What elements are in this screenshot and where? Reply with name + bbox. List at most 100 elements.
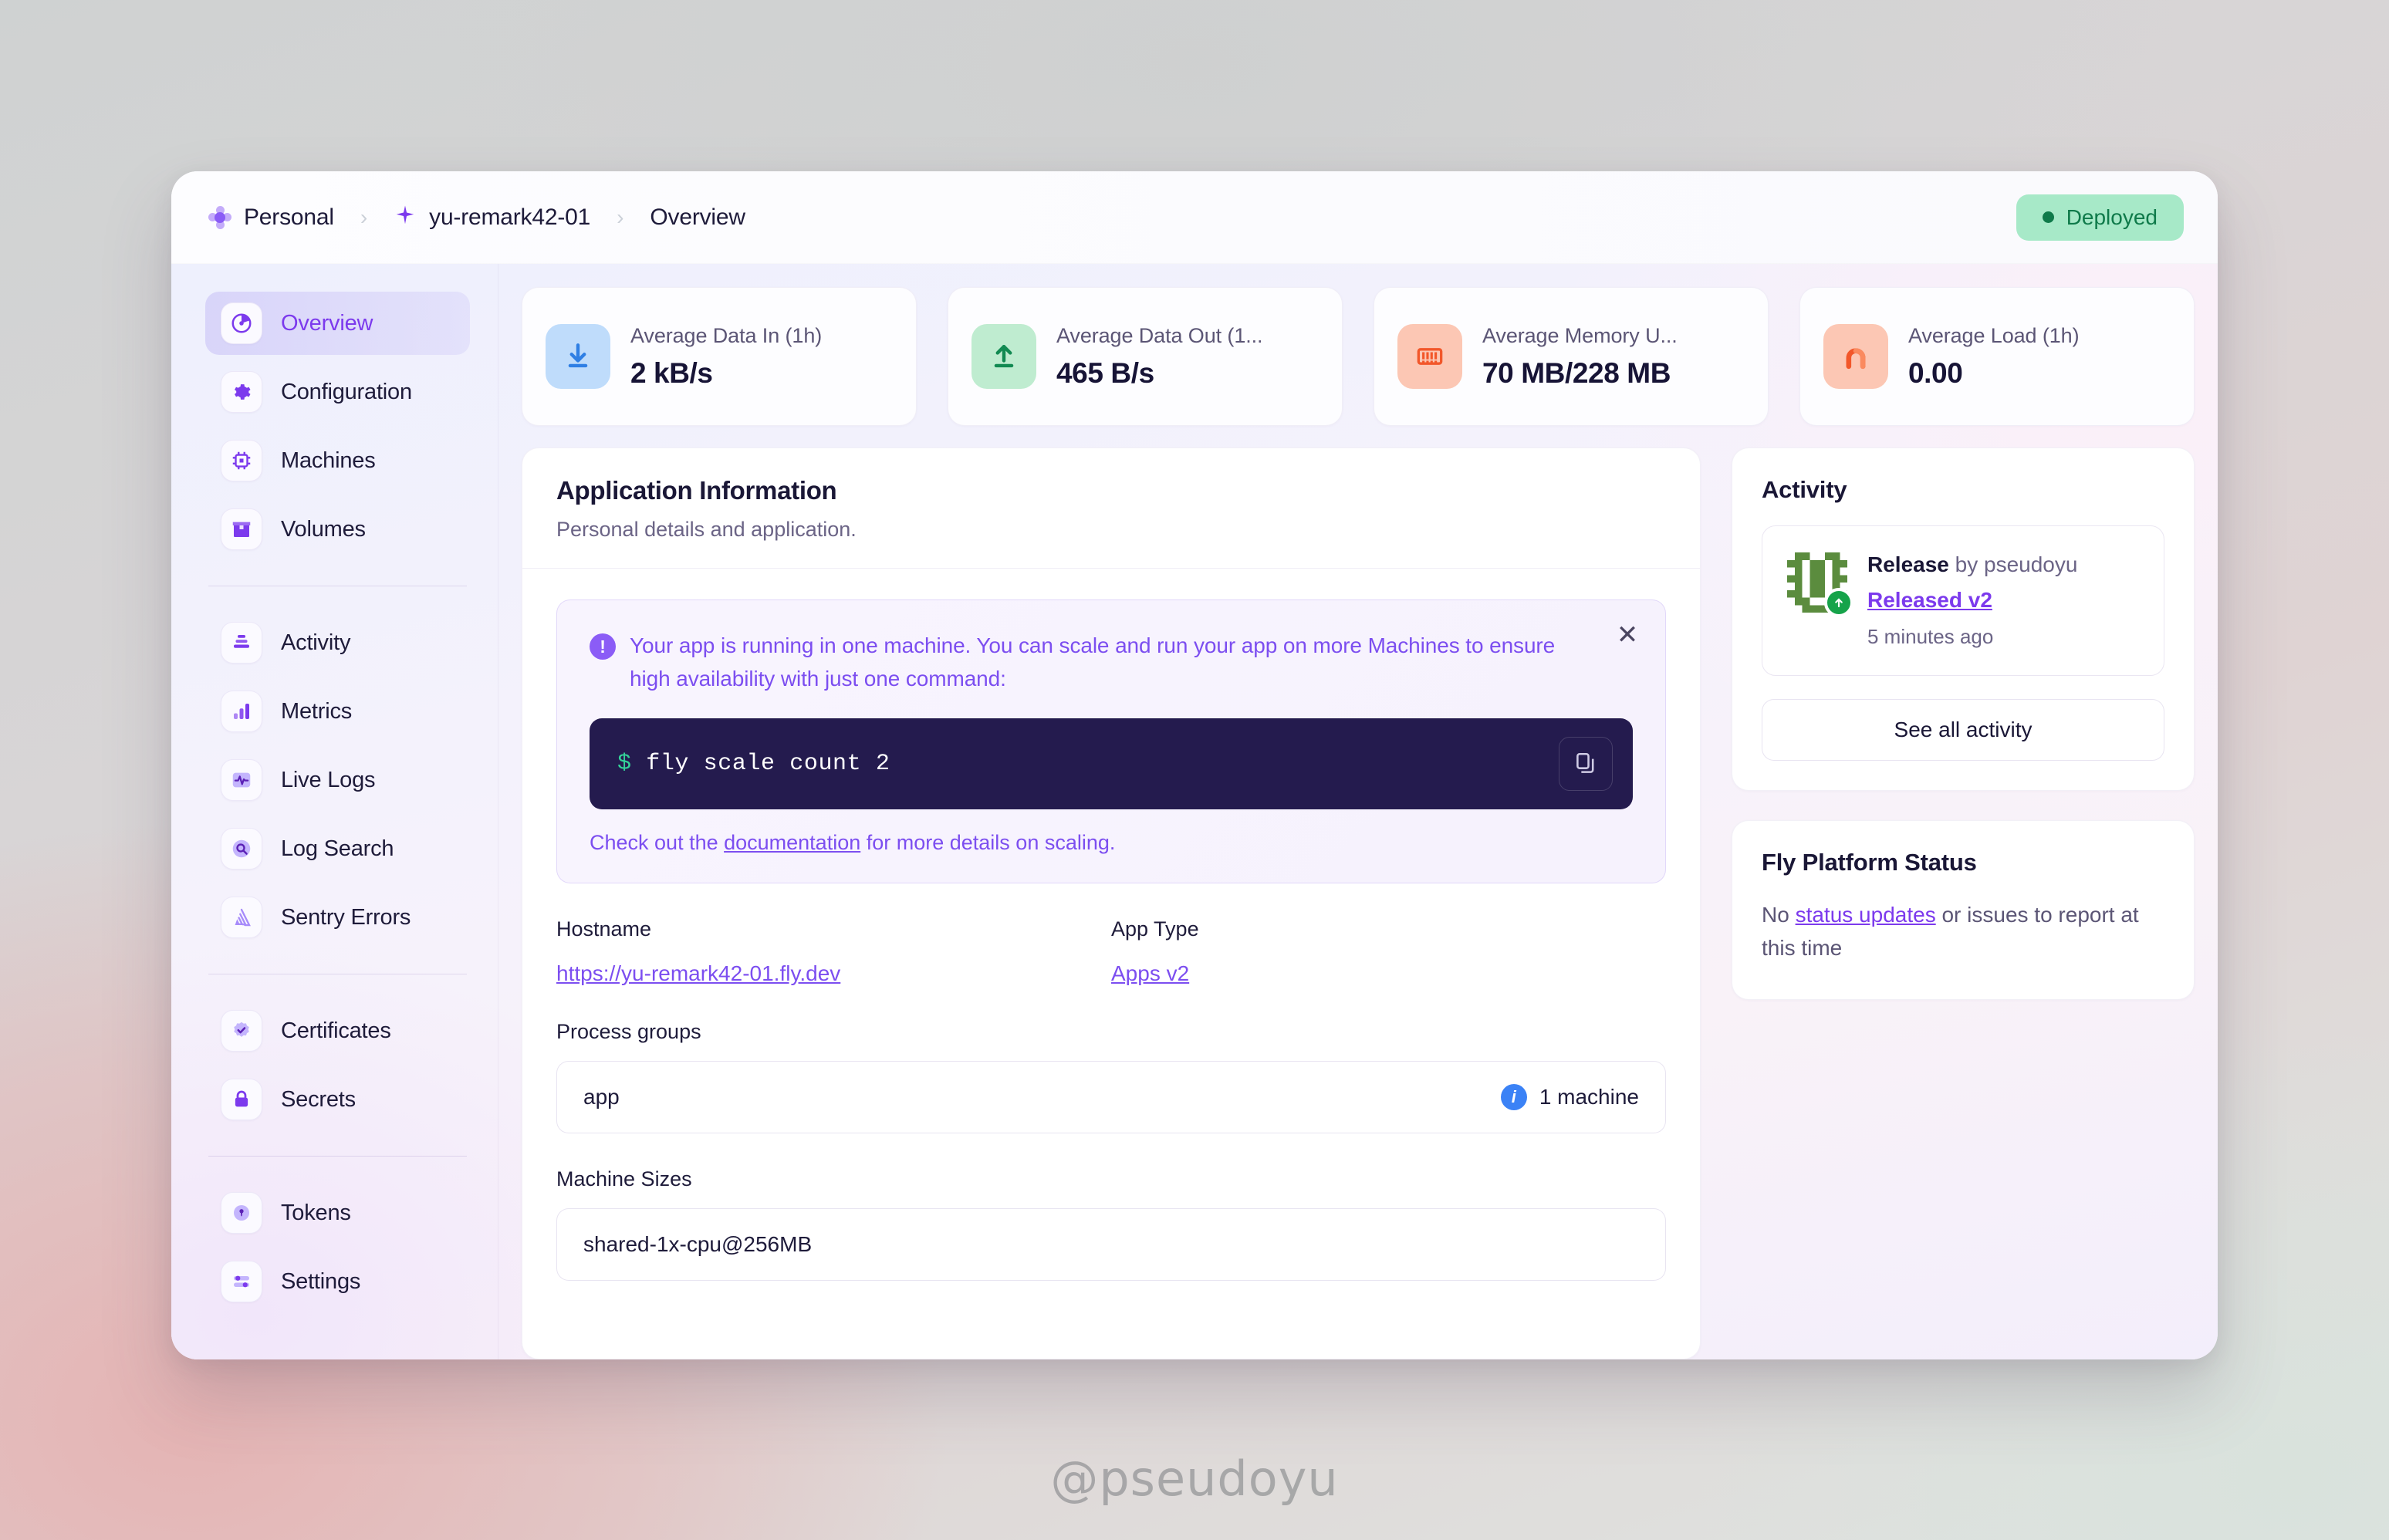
machine-count-badge: i 1 machine bbox=[1500, 1084, 1639, 1111]
stat-value: 70 MB/228 MB bbox=[1482, 356, 1671, 389]
stat-card-data-out: Average Data Out (1... 465 B/s bbox=[948, 287, 1343, 426]
right-column: Activity Release by pseudoyu Released v2… bbox=[1732, 447, 2195, 1359]
watermark: @pseudoyu bbox=[1050, 1451, 1339, 1507]
avatar bbox=[1787, 552, 1853, 617]
see-all-activity-button[interactable]: See all activity bbox=[1762, 699, 2164, 761]
shell-prompt: $ bbox=[617, 751, 632, 778]
platform-status-text: No status updates or issues to report at… bbox=[1762, 898, 2164, 965]
page-subtitle: Personal details and application. bbox=[556, 518, 857, 541]
alert-message-row: ! Your app is running in one machine. Yo… bbox=[590, 630, 1633, 695]
layers-icon bbox=[221, 622, 262, 664]
stat-label: Average Memory U... bbox=[1482, 323, 1678, 347]
sidebar-item-tokens[interactable]: Tokens bbox=[205, 1181, 470, 1244]
stat-value: 2 kB/s bbox=[630, 356, 713, 389]
activity-item: Release by pseudoyu Released v2 5 minute… bbox=[1762, 525, 2164, 676]
sidebar-item-live-logs[interactable]: Live Logs bbox=[205, 748, 470, 812]
copy-icon[interactable] bbox=[1559, 737, 1613, 792]
close-icon[interactable]: ✕ bbox=[1613, 620, 1642, 650]
stat-value: 465 B/s bbox=[1056, 356, 1154, 389]
hostname-field: Hostname https://yu-remark42-01.fly.dev bbox=[556, 917, 1111, 986]
sidebar-item-label: Configuration bbox=[281, 379, 412, 404]
machine-sizes-label: Machine Sizes bbox=[556, 1167, 692, 1191]
activity-item-texts: Release by pseudoyu Released v2 5 minute… bbox=[1867, 552, 2077, 649]
activity-item-header: Release by pseudoyu bbox=[1867, 552, 2077, 577]
activity-title: Activity bbox=[1762, 476, 1847, 503]
sliders-icon bbox=[221, 1261, 262, 1302]
sidebar-item-configuration[interactable]: Configuration bbox=[205, 360, 470, 424]
sidebar-item-certificates[interactable]: Certificates bbox=[205, 999, 470, 1062]
sidebar-item-label: Machines bbox=[281, 447, 376, 473]
box-icon bbox=[221, 508, 262, 550]
app-info-header: Application Information Personal details… bbox=[522, 448, 1700, 569]
badge-check-icon bbox=[221, 1010, 262, 1052]
platform-status-text-before: No bbox=[1762, 903, 1796, 927]
alert-footer-before: Check out the bbox=[590, 831, 725, 855]
activity-panel: Activity Release by pseudoyu Released v2… bbox=[1732, 447, 2195, 791]
info-icon: i bbox=[1500, 1084, 1527, 1111]
sidebar-item-label: Overview bbox=[281, 310, 373, 336]
sidebar-item-settings[interactable]: Settings bbox=[205, 1250, 470, 1313]
status-badge: Deployed bbox=[2016, 194, 2184, 241]
search-icon bbox=[221, 828, 262, 870]
sidebar-item-secrets[interactable]: Secrets bbox=[205, 1068, 470, 1131]
app-body: Overview Configuration Machines Volumes … bbox=[171, 264, 2218, 1359]
main-content: Average Data In (1h) 2 kB/s Average Data… bbox=[498, 264, 2218, 1359]
status-badge-label: Deployed bbox=[2066, 204, 2158, 229]
sidebar-item-sentry-errors[interactable]: Sentry Errors bbox=[205, 886, 470, 949]
activity-item-time: 5 minutes ago bbox=[1867, 625, 1994, 648]
sidebar-item-label: Metrics bbox=[281, 698, 353, 724]
alert-footer: Check out the documentation for more det… bbox=[590, 831, 1633, 855]
process-group-name: app bbox=[583, 1085, 620, 1109]
command-text: $ fly scale count 2 bbox=[617, 751, 890, 777]
app-type-field: App Type Apps v2 bbox=[1111, 917, 1666, 986]
command-code-block: $ fly scale count 2 bbox=[590, 718, 1633, 810]
documentation-link[interactable]: documentation bbox=[724, 831, 860, 854]
lock-icon bbox=[221, 1079, 262, 1120]
stat-label: Average Data In (1h) bbox=[630, 323, 823, 347]
sidebar-item-metrics[interactable]: Metrics bbox=[205, 680, 470, 743]
breadcrumb-page-label: Overview bbox=[650, 204, 745, 230]
status-dot-icon bbox=[2042, 211, 2054, 223]
breadcrumb-org-label: Personal bbox=[244, 204, 334, 230]
app-type-link[interactable]: Apps v2 bbox=[1111, 961, 1189, 985]
sidebar-group-3: Certificates Secrets bbox=[205, 999, 470, 1131]
stat-label: Average Load (1h) bbox=[1908, 323, 2080, 347]
breadcrumb: Personal › yu-remark42-01 › Overview bbox=[208, 204, 745, 231]
status-updates-link[interactable]: status updates bbox=[1796, 903, 1936, 927]
sentry-icon bbox=[221, 897, 262, 938]
app-fields: Hostname https://yu-remark42-01.fly.dev … bbox=[556, 917, 1666, 986]
platform-status-panel: Fly Platform Status No status updates or… bbox=[1732, 820, 2195, 1000]
sidebar-item-label: Settings bbox=[281, 1268, 361, 1294]
breadcrumb-app-label: yu-remark42-01 bbox=[429, 204, 591, 230]
breadcrumb-item-org[interactable]: Personal bbox=[208, 204, 334, 231]
sidebar-item-label: Live Logs bbox=[281, 767, 376, 792]
organization-icon bbox=[208, 205, 231, 229]
scale-alert: ✕ ! Your app is running in one machine. … bbox=[556, 599, 1666, 884]
hostname-link[interactable]: https://yu-remark42-01.fly.dev bbox=[556, 961, 840, 985]
breadcrumb-item-app[interactable]: yu-remark42-01 bbox=[394, 204, 590, 231]
breadcrumb-separator-1: › bbox=[360, 204, 368, 229]
machine-size-row: shared-1x-cpu@256MB bbox=[556, 1208, 1666, 1282]
sidebar-group-1: Overview Configuration Machines Volumes bbox=[205, 292, 470, 561]
download-icon bbox=[546, 324, 610, 389]
sidebar-item-overview[interactable]: Overview bbox=[205, 292, 470, 355]
platform-status-title: Fly Platform Status bbox=[1762, 849, 1977, 876]
sidebar-item-volumes[interactable]: Volumes bbox=[205, 498, 470, 561]
app-type-label: App Type bbox=[1111, 917, 1199, 941]
exclamation-icon: ! bbox=[590, 633, 616, 660]
sidebar-item-activity[interactable]: Activity bbox=[205, 611, 470, 674]
page-title: Application Information bbox=[556, 476, 837, 505]
machine-size-value: shared-1x-cpu@256MB bbox=[583, 1232, 813, 1257]
sidebar-item-log-search[interactable]: Log Search bbox=[205, 817, 470, 880]
sidebar: Overview Configuration Machines Volumes … bbox=[171, 264, 498, 1359]
breadcrumb-separator-2: › bbox=[617, 204, 624, 229]
stat-label: Average Data Out (1... bbox=[1056, 323, 1263, 347]
sidebar-item-machines[interactable]: Machines bbox=[205, 429, 470, 492]
sidebar-item-label: Secrets bbox=[281, 1086, 356, 1112]
application-information-panel: Application Information Personal details… bbox=[522, 447, 1701, 1359]
activity-item-link[interactable]: Released v2 bbox=[1867, 588, 2077, 613]
stat-value: 0.00 bbox=[1908, 356, 1963, 389]
stat-card-data-in: Average Data In (1h) 2 kB/s bbox=[522, 287, 917, 426]
sidebar-item-label: Log Search bbox=[281, 836, 394, 861]
sidebar-item-label: Activity bbox=[281, 630, 351, 655]
